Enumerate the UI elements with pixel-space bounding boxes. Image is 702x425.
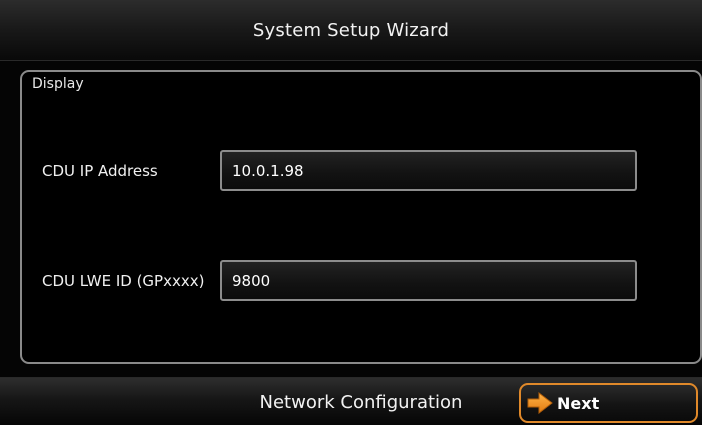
cdu-ip-input[interactable] bbox=[220, 150, 637, 191]
cdu-ip-label: CDU IP Address bbox=[42, 161, 158, 180]
cdu-lwe-id-label: CDU LWE ID (GPxxxx) bbox=[42, 271, 205, 290]
title-bar: System Setup Wizard bbox=[0, 0, 702, 61]
window-title: System Setup Wizard bbox=[252, 19, 450, 41]
panel-legend: Display bbox=[32, 76, 84, 92]
display-panel: Display CDU IP Address CDU LWE ID (GPxxx… bbox=[20, 70, 702, 364]
setup-wizard-screen: System Setup Wizard Display CDU IP Addre… bbox=[0, 0, 702, 425]
cdu-lwe-id-row: CDU LWE ID (GPxxxx) bbox=[42, 260, 637, 301]
arrow-right-icon bbox=[527, 392, 553, 414]
next-button[interactable]: Next bbox=[519, 383, 698, 423]
cdu-ip-row: CDU IP Address bbox=[42, 150, 637, 191]
cdu-lwe-id-input[interactable] bbox=[220, 260, 637, 301]
bottom-bar: Network Configuration Next bbox=[0, 377, 702, 425]
next-label: Next bbox=[557, 393, 600, 413]
